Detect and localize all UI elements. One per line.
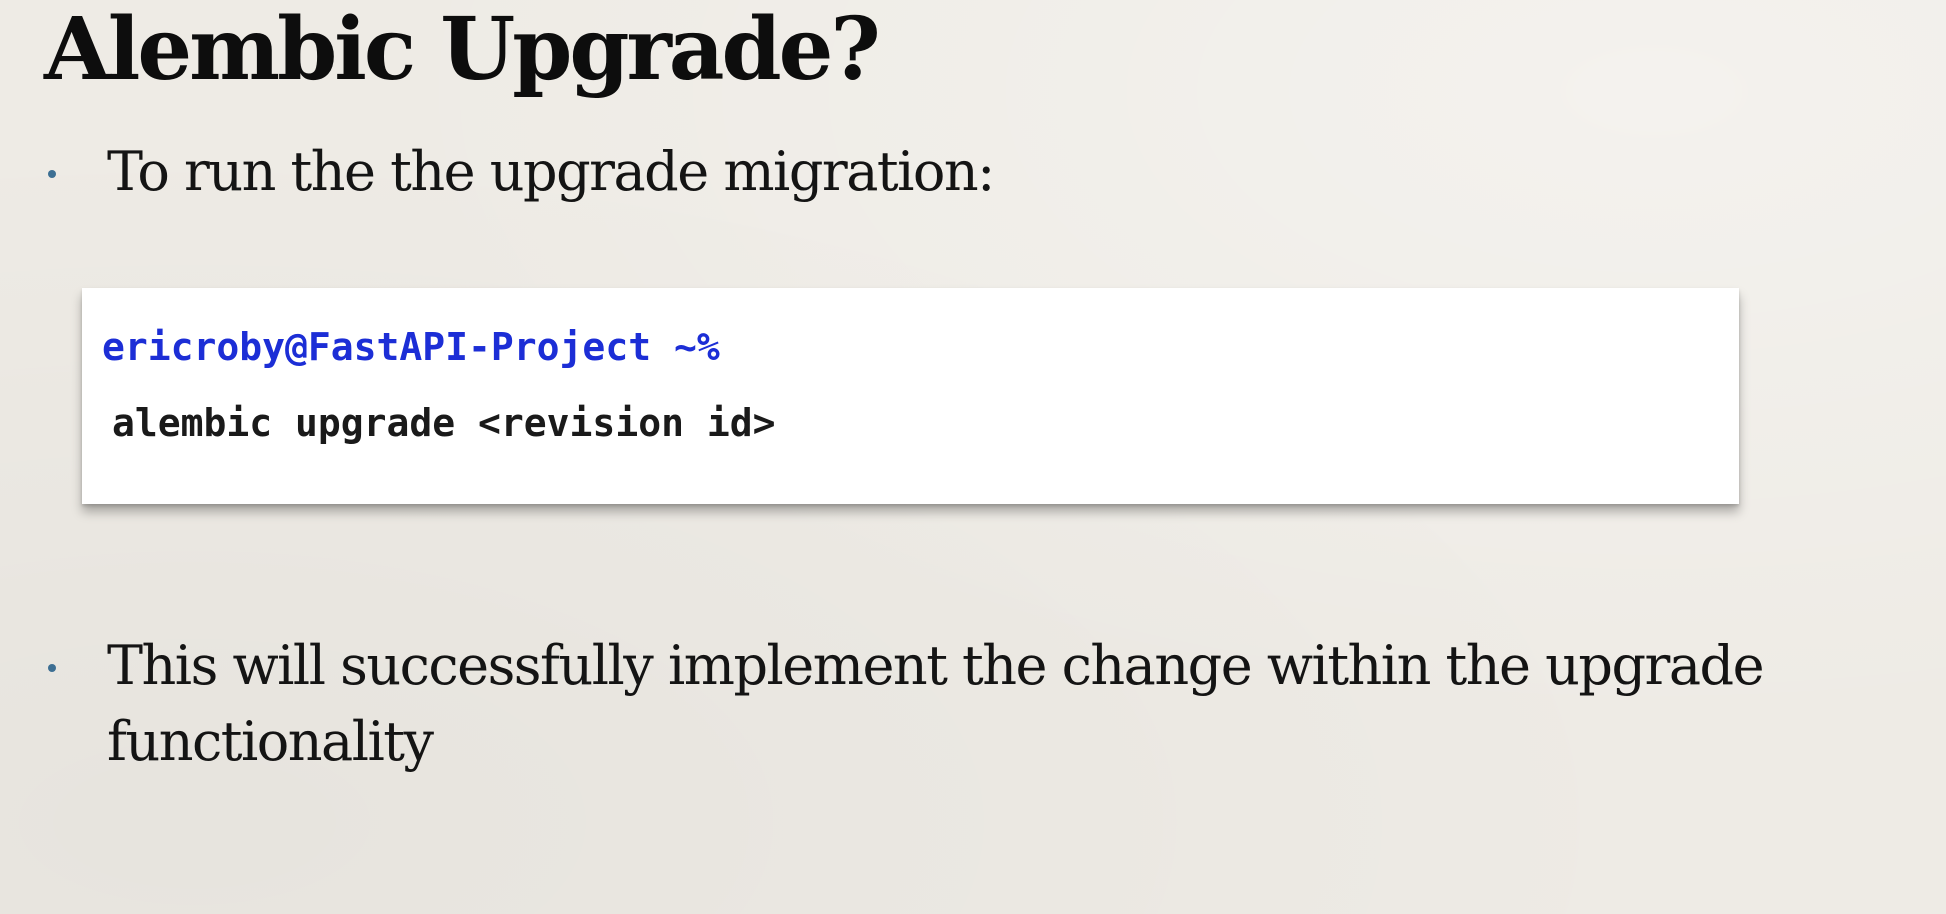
bullet-dot-icon bbox=[48, 170, 56, 178]
terminal-command: alembic upgrade <revision id> bbox=[112, 401, 776, 445]
bullet-dot-icon bbox=[48, 664, 56, 672]
terminal-code-box: ericroby@FastAPI-Project ~% alembic upgr… bbox=[82, 288, 1739, 504]
bullet-text: To run the the upgrade migration: bbox=[107, 140, 995, 203]
slide-title: Alembic Upgrade? bbox=[44, 0, 881, 100]
bullet-item: To run the the upgrade migration: bbox=[0, 134, 1900, 210]
terminal-prompt: ericroby@FastAPI-Project ~% bbox=[102, 325, 720, 369]
bullet-item: This will successfully implement the cha… bbox=[0, 628, 1900, 788]
bullet-text: This will successfully implement the cha… bbox=[107, 634, 1765, 773]
